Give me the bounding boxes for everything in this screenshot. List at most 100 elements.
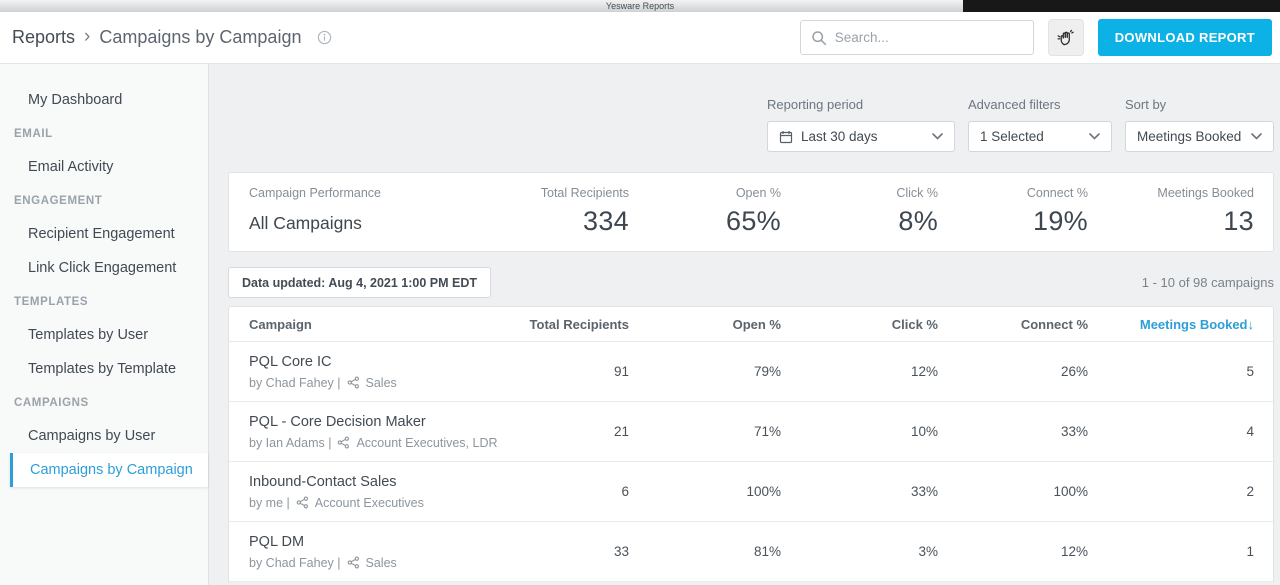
column-header-open-pct[interactable]: Open %: [629, 317, 781, 332]
cell-connect-pct: 26%: [938, 364, 1088, 379]
search-input[interactable]: [835, 30, 1023, 45]
sort-by-value: Meetings Booked: [1137, 129, 1241, 144]
breadcrumb-separator: ›: [84, 26, 90, 48]
campaign-cell: PQL Core IC by Chad Fahey | Sales: [229, 354, 509, 390]
sidebar-item-templates-by-template[interactable]: Templates by Template: [0, 352, 208, 386]
sidebar-item-my-dashboard[interactable]: My Dashboard: [0, 83, 208, 117]
cell-open-pct: 79%: [629, 364, 781, 379]
sidebar-nav: My Dashboard EMAIL Email Activity ENGAGE…: [0, 64, 209, 585]
cell-open-pct: 81%: [629, 544, 781, 559]
table-row[interactable]: Inbound-Contact Sales by me | Account Ex…: [229, 462, 1273, 522]
clap-hands-icon: [1055, 27, 1077, 49]
summary-card-label: Campaign Performance: [249, 186, 509, 200]
table-header-row: Campaign Total Recipients Open % Click %…: [229, 307, 1273, 342]
summary-click-pct: Click % 8%: [781, 186, 938, 237]
info-icon[interactable]: [317, 30, 332, 45]
column-header-total-recipients[interactable]: Total Recipients: [509, 317, 629, 332]
cell-connect-pct: 100%: [938, 484, 1088, 499]
reporting-period-dropdown[interactable]: Last 30 days: [767, 121, 955, 152]
reporting-period-value: Last 30 days: [801, 129, 878, 144]
campaign-cell: PQL - Core Decision Maker by Ian Adams |…: [229, 414, 509, 450]
campaign-name[interactable]: PQL DM: [249, 534, 509, 550]
reporting-period-label: Reporting period: [767, 97, 955, 112]
filter-sort-by: Sort by Meetings Booked: [1125, 97, 1274, 152]
cell-click-pct: 33%: [781, 484, 938, 499]
cell-click-pct: 12%: [781, 364, 938, 379]
table-row[interactable]: PQL - Core Decision Maker by Ian Adams |…: [229, 402, 1273, 462]
filter-reporting-period: Reporting period Last 30 days: [767, 97, 955, 152]
campaign-name[interactable]: Inbound-Contact Sales: [249, 474, 509, 490]
browser-tab-strip: Yesware Reports: [0, 0, 1280, 12]
cell-total-recipients: 33: [509, 544, 629, 559]
campaign-team: Sales: [366, 376, 397, 390]
column-header-connect-pct[interactable]: Connect %: [938, 317, 1088, 332]
pagination-status: 1 - 10 of 98 campaigns: [1142, 275, 1274, 290]
sidebar-item-recipient-engagement[interactable]: Recipient Engagement: [0, 217, 208, 251]
sidebar-section-email: EMAIL: [0, 117, 208, 150]
column-header-click-pct[interactable]: Click %: [781, 317, 938, 332]
campaign-cell: Inbound-Contact Sales by me | Account Ex…: [229, 474, 509, 510]
download-report-button[interactable]: DOWNLOAD REPORT: [1098, 19, 1272, 56]
search-box: [800, 20, 1034, 55]
app-header: Reports › Campaigns by Campaign: [0, 12, 1280, 64]
browser-tab-title: Yesware Reports: [0, 0, 1280, 12]
breadcrumb: Reports › Campaigns by Campaign: [12, 27, 332, 48]
chevron-down-icon: [1251, 133, 1262, 140]
cell-meetings-booked: 5: [1088, 364, 1273, 379]
filters-row: Reporting period Last 30 days Advanced f…: [228, 97, 1274, 152]
summary-all-campaigns: Campaign Performance All Campaigns: [229, 186, 509, 237]
table-meta-row: Data updated: Aug 4, 2021 1:00 PM EDT 1 …: [228, 267, 1274, 298]
whats-new-button[interactable]: [1048, 19, 1084, 56]
page-title: Campaigns by Campaign: [99, 27, 301, 48]
campaigns-table: Campaign Total Recipients Open % Click %…: [228, 306, 1274, 582]
table-row[interactable]: PQL Core IC by Chad Fahey | Sales 91 79%…: [229, 342, 1273, 402]
campaign-team: Sales: [366, 556, 397, 570]
main-content: Reporting period Last 30 days Advanced f…: [209, 64, 1280, 585]
sidebar-item-email-activity[interactable]: Email Activity: [0, 150, 208, 184]
sidebar-item-campaigns-by-campaign[interactable]: Campaigns by Campaign: [10, 453, 208, 487]
cell-open-pct: 100%: [629, 484, 781, 499]
share-icon: [296, 496, 309, 509]
cell-meetings-booked: 1: [1088, 544, 1273, 559]
advanced-filters-dropdown[interactable]: 1 Selected: [968, 121, 1112, 152]
campaign-name[interactable]: PQL Core IC: [249, 354, 509, 370]
campaign-performance-card: Campaign Performance All Campaigns Total…: [228, 172, 1274, 252]
advanced-filters-value: 1 Selected: [980, 129, 1044, 144]
chevron-down-icon: [932, 133, 943, 140]
breadcrumb-reports-link[interactable]: Reports: [12, 27, 75, 48]
cell-open-pct: 71%: [629, 424, 781, 439]
sidebar-section-engagement: ENGAGEMENT: [0, 184, 208, 217]
share-icon: [337, 436, 350, 449]
sidebar-item-campaigns-by-user[interactable]: Campaigns by User: [0, 419, 208, 453]
filter-advanced: Advanced filters 1 Selected: [968, 97, 1112, 152]
cell-connect-pct: 33%: [938, 424, 1088, 439]
cell-click-pct: 3%: [781, 544, 938, 559]
column-header-meetings-booked[interactable]: Meetings Booked↓: [1088, 317, 1273, 332]
data-updated-badge: Data updated: Aug 4, 2021 1:00 PM EDT: [228, 267, 491, 298]
cell-click-pct: 10%: [781, 424, 938, 439]
sidebar-section-campaigns: CAMPAIGNS: [0, 386, 208, 419]
campaign-owner: by me |: [249, 496, 290, 510]
sidebar-section-templates: TEMPLATES: [0, 285, 208, 318]
sidebar-item-templates-by-user[interactable]: Templates by User: [0, 318, 208, 352]
cell-connect-pct: 12%: [938, 544, 1088, 559]
share-icon: [347, 376, 360, 389]
advanced-filters-label: Advanced filters: [968, 97, 1112, 112]
cell-meetings-booked: 2: [1088, 484, 1273, 499]
summary-card-title: All Campaigns: [249, 213, 509, 234]
campaign-owner: by Ian Adams |: [249, 436, 331, 450]
summary-meetings-booked: Meetings Booked 13: [1088, 186, 1273, 237]
sort-by-dropdown[interactable]: Meetings Booked: [1125, 121, 1274, 152]
campaign-name[interactable]: PQL - Core Decision Maker: [249, 414, 509, 430]
campaign-team: Account Executives: [315, 496, 424, 510]
sort-descending-icon: ↓: [1248, 317, 1255, 332]
header-actions: DOWNLOAD REPORT: [800, 19, 1272, 56]
sort-by-label: Sort by: [1125, 97, 1274, 112]
column-header-campaign[interactable]: Campaign: [229, 317, 509, 332]
share-icon: [347, 556, 360, 569]
sidebar-item-link-click-engagement[interactable]: Link Click Engagement: [0, 251, 208, 285]
table-row[interactable]: PQL DM by Chad Fahey | Sales 33 81% 3% 1…: [229, 522, 1273, 582]
summary-connect-pct: Connect % 19%: [938, 186, 1088, 237]
cell-meetings-booked: 4: [1088, 424, 1273, 439]
summary-total-recipients: Total Recipients 334: [509, 186, 629, 237]
